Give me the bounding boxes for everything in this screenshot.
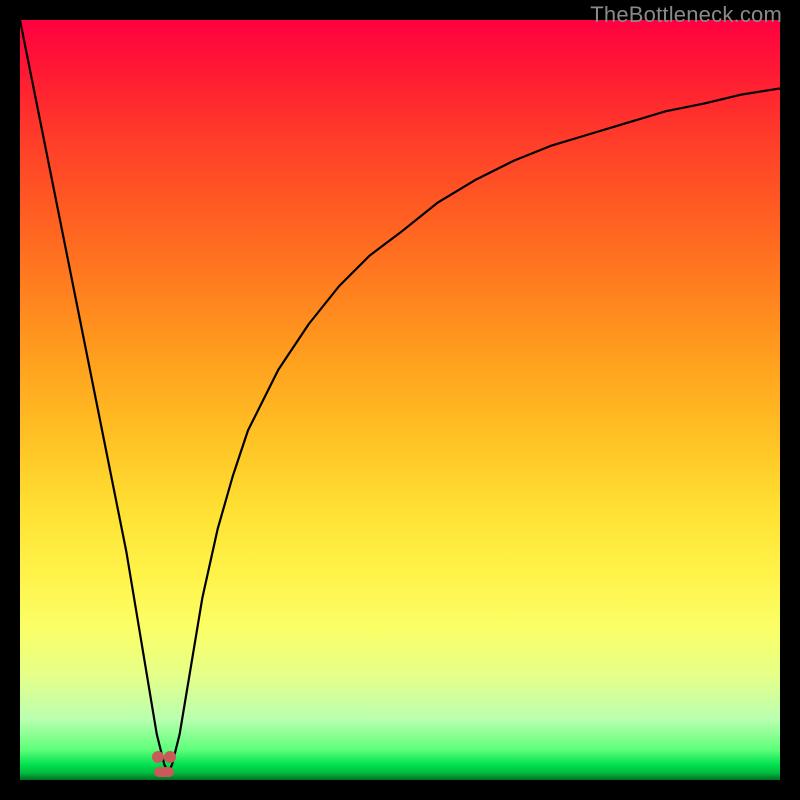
marker-cap-right bbox=[164, 751, 176, 763]
plot-area bbox=[20, 20, 780, 780]
optimal-marker bbox=[152, 751, 176, 779]
chart-frame: TheBottleneck.com bbox=[0, 0, 800, 800]
curve-layer bbox=[20, 20, 780, 780]
attribution-text: TheBottleneck.com bbox=[590, 2, 782, 28]
bottleneck-curve bbox=[20, 20, 780, 772]
marker-cap-left bbox=[152, 751, 164, 763]
marker-base-bar bbox=[154, 767, 174, 777]
